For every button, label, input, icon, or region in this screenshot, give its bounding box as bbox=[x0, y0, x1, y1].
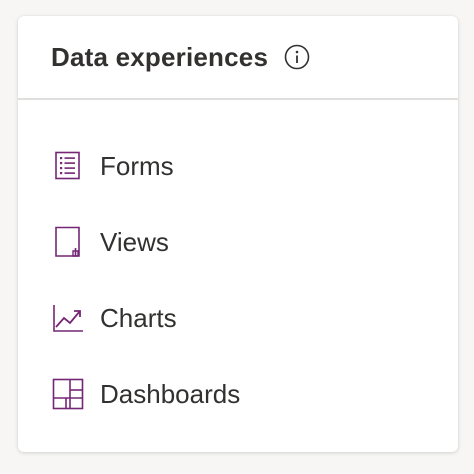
form-list-icon bbox=[52, 150, 84, 182]
list-item-label: Forms bbox=[100, 150, 174, 181]
list-item-label: Charts bbox=[100, 302, 177, 333]
dashboard-grid-icon bbox=[52, 378, 84, 410]
card-header: Data experiences bbox=[18, 16, 458, 100]
list-item-label: Dashboards bbox=[100, 378, 241, 409]
list-item-charts[interactable]: Charts bbox=[18, 280, 458, 356]
line-chart-icon bbox=[52, 302, 84, 334]
list-item-views[interactable]: Views bbox=[18, 204, 458, 280]
list-item-forms[interactable]: Forms bbox=[18, 128, 458, 204]
card-title: Data experiences bbox=[51, 41, 269, 72]
data-experiences-card: Data experiences Forms Views Charts Dash… bbox=[18, 16, 458, 452]
list-item-dashboards[interactable]: Dashboards bbox=[18, 356, 458, 432]
info-icon[interactable] bbox=[284, 44, 310, 70]
data-experiences-list: Forms Views Charts Dashboards bbox=[18, 100, 458, 432]
view-page-icon bbox=[52, 226, 84, 258]
list-item-label: Views bbox=[100, 226, 169, 257]
